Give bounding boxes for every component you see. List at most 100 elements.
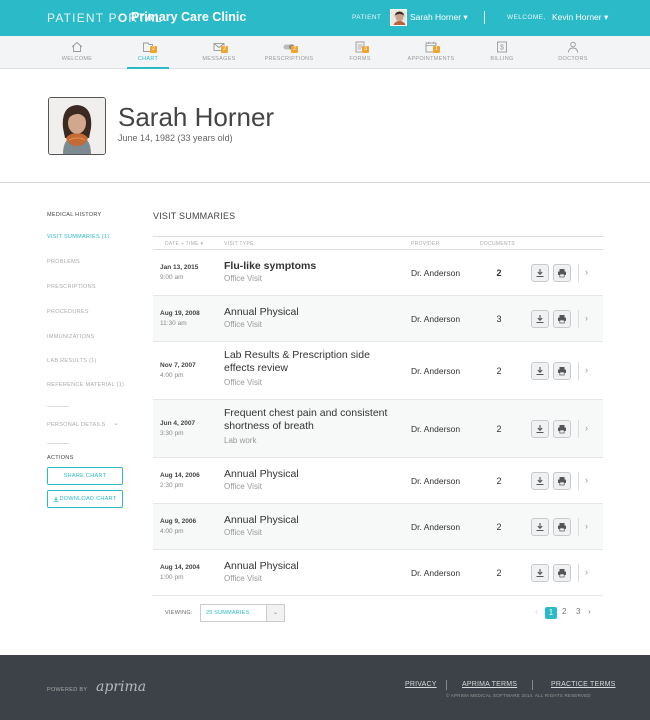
actions-heading: ACTIONS	[47, 455, 74, 461]
nav-badge: 3	[362, 46, 369, 53]
nav-label: DOCTORS	[558, 56, 588, 62]
visit-date: Nov 7, 2007	[160, 362, 196, 369]
download-button[interactable]	[531, 420, 549, 438]
footer: POWERED BY aprima PRIVACY APRIMA TERMS P…	[0, 655, 650, 720]
print-button[interactable]	[553, 472, 571, 490]
print-button[interactable]	[553, 518, 571, 536]
download-button[interactable]	[531, 472, 549, 490]
table-row[interactable]: Jan 13, 2015 9:00 am Flu-like symptoms Offi…	[153, 250, 603, 296]
sidebar-item-procedures[interactable]: PROCEDURES	[47, 309, 89, 315]
sidebar-item-prescriptions[interactable]: PRESCRIPTIONS	[47, 284, 96, 290]
document-count: 3	[496, 314, 502, 324]
chevron-right-icon[interactable]: ›	[585, 313, 588, 323]
nav-forms[interactable]: 3 FORMS	[325, 36, 395, 69]
visit-title[interactable]: Annual Physical	[224, 306, 394, 319]
visit-subtype: Office Visit	[224, 320, 262, 329]
row-divider	[578, 264, 579, 282]
download-button[interactable]	[531, 362, 549, 380]
patient-label: PATIENT	[352, 14, 382, 21]
table-row[interactable]: Nov 7, 2007 4:00 pm Lab Results & Prescrip…	[153, 342, 603, 400]
dollar-icon: $	[497, 41, 507, 53]
visit-title[interactable]: Annual Physical	[224, 560, 394, 573]
sidebar-item-reference-material[interactable]: REFERENCE MATERIAL (1)	[47, 382, 124, 388]
nav-label: FORMS	[349, 56, 371, 62]
table-row[interactable]: Aug 19, 2008 11:30 am Annual Physical Offic…	[153, 296, 603, 342]
page-2-button[interactable]: 2	[562, 607, 566, 616]
nav-prescriptions[interactable]: 2 PRESCRIPTIONS	[254, 36, 324, 69]
download-button[interactable]	[531, 264, 549, 282]
share-chart-button[interactable]: SHARE CHART	[47, 467, 123, 485]
sidebar-item-lab-results[interactable]: LAB RESULTS (1)	[47, 358, 97, 364]
user-menu[interactable]: Kevin Horner ▾	[552, 12, 608, 23]
download-icon	[53, 496, 59, 502]
viewing-select[interactable]: 25 SUMMARIES ⌄	[200, 604, 285, 622]
column-date[interactable]: DATE + TIME ▾	[165, 241, 203, 247]
sidebar-item-visit-summaries[interactable]: VISIT SUMMARIES (1)	[47, 234, 109, 240]
privacy-link[interactable]: PRIVACY	[405, 681, 437, 688]
nav-messages[interactable]: 2 MESSAGES	[184, 36, 254, 69]
aprima-terms-link[interactable]: APRIMA TERMS	[462, 681, 517, 688]
next-page-button[interactable]: ›	[588, 607, 591, 616]
table-row[interactable]: Aug 14, 2006 2:30 pm Annual Physical Office…	[153, 458, 603, 504]
page-3-button[interactable]: 3	[576, 607, 580, 616]
row-divider	[578, 420, 579, 438]
visit-title[interactable]: Annual Physical	[224, 514, 394, 527]
download-chart-button[interactable]: DOWNLOAD CHART	[47, 490, 123, 508]
visit-subtype: Office Visit	[224, 574, 262, 583]
topbar-divider	[484, 11, 485, 24]
download-button[interactable]	[531, 564, 549, 582]
viewing-label: VIEWING:	[165, 610, 193, 616]
main-nav: WELCOME 2 CHART 2 MESSAGES 2 PRESCRIPTIO…	[0, 36, 650, 69]
print-button[interactable]	[553, 264, 571, 282]
nav-chart[interactable]: 2 CHART	[113, 36, 183, 69]
nav-label: BILLING	[490, 56, 514, 62]
patient-switcher[interactable]: Sarah Horner ▾	[410, 12, 468, 23]
print-button[interactable]	[553, 310, 571, 328]
nav-label: CHART	[137, 56, 159, 62]
nav-welcome[interactable]: WELCOME	[42, 36, 112, 69]
chevron-right-icon[interactable]: ›	[585, 521, 588, 531]
table-row[interactable]: Jun 4, 2007 3:30 pm Frequent chest pain an…	[153, 400, 603, 458]
print-button[interactable]	[553, 564, 571, 582]
download-button[interactable]	[531, 518, 549, 536]
visit-title[interactable]: Frequent chest pain and consistent short…	[224, 407, 394, 433]
nav-badge: 2	[221, 46, 228, 53]
prev-page-button[interactable]: ‹	[535, 607, 538, 616]
row-divider	[578, 362, 579, 380]
chevron-right-icon[interactable]: ›	[585, 567, 588, 577]
copyright: © APRIMA MEDICAL SOFTWARE 2014. ALL RIGH…	[446, 693, 591, 698]
page-1-button[interactable]: 1	[545, 607, 557, 619]
sidebar-item-personal-details[interactable]: PERSONAL DETAILS	[47, 422, 106, 428]
download-chart-label: DOWNLOAD CHART	[59, 496, 117, 502]
visit-title[interactable]: Flu-like symptoms	[224, 260, 394, 273]
print-button[interactable]	[553, 362, 571, 380]
nav-doctors[interactable]: DOCTORS	[538, 36, 608, 69]
chevron-right-icon[interactable]: ›	[585, 267, 588, 277]
sidebar-item-problems[interactable]: PROBLEMS	[47, 259, 80, 265]
viewing-value: 25 SUMMARIES	[206, 610, 250, 616]
table-row[interactable]: Aug 9, 2006 4:00 pm Annual Physical Office …	[153, 504, 603, 550]
visit-title[interactable]: Lab Results & Prescription side effects …	[224, 349, 394, 375]
practice-terms-link[interactable]: PRACTICE TERMS	[551, 681, 616, 688]
document-count: 2	[496, 476, 502, 486]
top-bar: PATIENT PORTAL Primary Care Clinic PATIE…	[0, 0, 650, 36]
visit-title[interactable]: Annual Physical	[224, 468, 394, 481]
print-button[interactable]	[553, 420, 571, 438]
nav-billing[interactable]: $ BILLING	[467, 36, 537, 69]
chevron-right-icon[interactable]: ›	[585, 475, 588, 485]
nav-appointments[interactable]: 1 APPOINTMENTS	[396, 36, 466, 69]
sidebar-divider	[47, 406, 69, 407]
visit-date: Aug 14, 2004	[160, 564, 200, 571]
provider-name: Dr. Anderson	[411, 268, 461, 278]
patient-avatar[interactable]	[390, 9, 407, 26]
chevron-down-icon[interactable]: ⌄	[113, 419, 119, 427]
print-icon	[558, 425, 566, 434]
visit-time: 4:00 pm	[160, 528, 184, 535]
download-button[interactable]	[531, 310, 549, 328]
doctor-icon	[568, 41, 578, 53]
sidebar-item-immunizations[interactable]: IMMUNIZATIONS	[47, 334, 95, 340]
table-row[interactable]: Aug 14, 2004 1:00 pm Annual Physical Office…	[153, 550, 603, 596]
chevron-right-icon[interactable]: ›	[585, 423, 588, 433]
chevron-right-icon[interactable]: ›	[585, 365, 588, 375]
download-icon	[536, 269, 544, 278]
